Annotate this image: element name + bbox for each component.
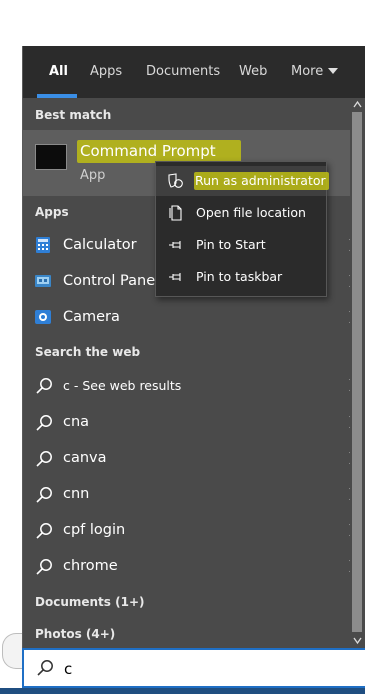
context-menu: Run as administrator Open file location … bbox=[155, 161, 329, 297]
tab-apps[interactable]: Apps bbox=[90, 64, 122, 79]
camera-icon bbox=[35, 310, 51, 324]
web-result-label: chrome bbox=[63, 558, 118, 574]
web-result-item[interactable]: cnn bbox=[23, 478, 365, 512]
best-match-subtitle: App bbox=[80, 168, 106, 183]
menu-item-label: Pin to Start bbox=[196, 237, 266, 252]
search-icon bbox=[36, 415, 52, 431]
web-result-label: c - See web results bbox=[63, 378, 182, 393]
control-panel-icon bbox=[35, 275, 51, 287]
web-result-label: canva bbox=[63, 450, 107, 466]
scroll-up-icon[interactable] bbox=[353, 100, 362, 109]
web-result-label: cnn bbox=[63, 486, 90, 502]
menu-item-open-file-location[interactable]: Open file location bbox=[156, 198, 326, 228]
scrollbar-thumb[interactable] bbox=[352, 112, 362, 632]
search-icon bbox=[36, 451, 52, 467]
web-result-item[interactable]: c - See web results bbox=[23, 369, 365, 403]
shield-icon bbox=[168, 173, 183, 188]
taskbar bbox=[0, 688, 365, 694]
section-best-match: Best match bbox=[35, 108, 112, 122]
search-icon bbox=[37, 660, 53, 676]
section-apps: Apps bbox=[35, 205, 69, 219]
caret-down-icon bbox=[328, 67, 339, 74]
calculator-icon bbox=[36, 237, 50, 253]
app-label: Camera bbox=[63, 309, 120, 325]
section-photos[interactable]: Photos (4+) bbox=[35, 627, 115, 641]
menu-item-label: Run as administrator bbox=[194, 172, 329, 190]
web-result-label: cpf login bbox=[63, 522, 126, 538]
start-search-panel: All Apps Documents Web More Best match C… bbox=[22, 46, 365, 654]
web-result-item[interactable]: chrome bbox=[23, 550, 365, 584]
tab-all[interactable]: All bbox=[49, 64, 68, 79]
section-search-web: Search the web bbox=[35, 345, 141, 359]
pin-icon bbox=[169, 241, 181, 249]
web-result-item[interactable]: canva bbox=[23, 442, 365, 476]
tab-more-label: More bbox=[291, 64, 324, 79]
tab-more[interactable]: More bbox=[291, 64, 339, 79]
menu-item-pin-to-start[interactable]: Pin to Start bbox=[156, 230, 326, 260]
pin-icon bbox=[169, 273, 181, 281]
search-icon bbox=[36, 378, 52, 394]
search-icon bbox=[36, 487, 52, 503]
menu-item-label: Open file location bbox=[196, 205, 306, 220]
filter-tabs: All Apps Documents Web More bbox=[23, 46, 365, 98]
app-label: Control Panel bbox=[63, 273, 160, 289]
web-result-item[interactable]: cpf login bbox=[23, 514, 365, 548]
section-documents[interactable]: Documents (1+) bbox=[35, 595, 144, 609]
search-icon bbox=[36, 523, 52, 539]
search-input[interactable] bbox=[64, 659, 344, 679]
app-item-camera[interactable]: Camera bbox=[23, 301, 365, 335]
scrollbar[interactable] bbox=[350, 98, 365, 654]
search-box bbox=[22, 648, 365, 688]
tab-documents[interactable]: Documents bbox=[146, 64, 220, 79]
scroll-down-icon[interactable] bbox=[353, 636, 362, 645]
web-result-item[interactable]: cna bbox=[23, 406, 365, 440]
file-location-icon bbox=[169, 205, 182, 221]
tab-web[interactable]: Web bbox=[239, 64, 267, 79]
menu-item-label: Pin to taskbar bbox=[196, 269, 283, 284]
command-prompt-icon bbox=[35, 144, 67, 170]
menu-item-run-as-administrator[interactable]: Run as administrator bbox=[156, 166, 329, 196]
active-tab-indicator bbox=[37, 94, 77, 98]
app-label: Calculator bbox=[63, 237, 137, 253]
web-result-label: cna bbox=[63, 414, 90, 430]
search-icon bbox=[36, 559, 52, 575]
best-match-title: Command Prompt bbox=[77, 140, 241, 163]
menu-item-pin-to-taskbar[interactable]: Pin to taskbar bbox=[156, 262, 326, 292]
